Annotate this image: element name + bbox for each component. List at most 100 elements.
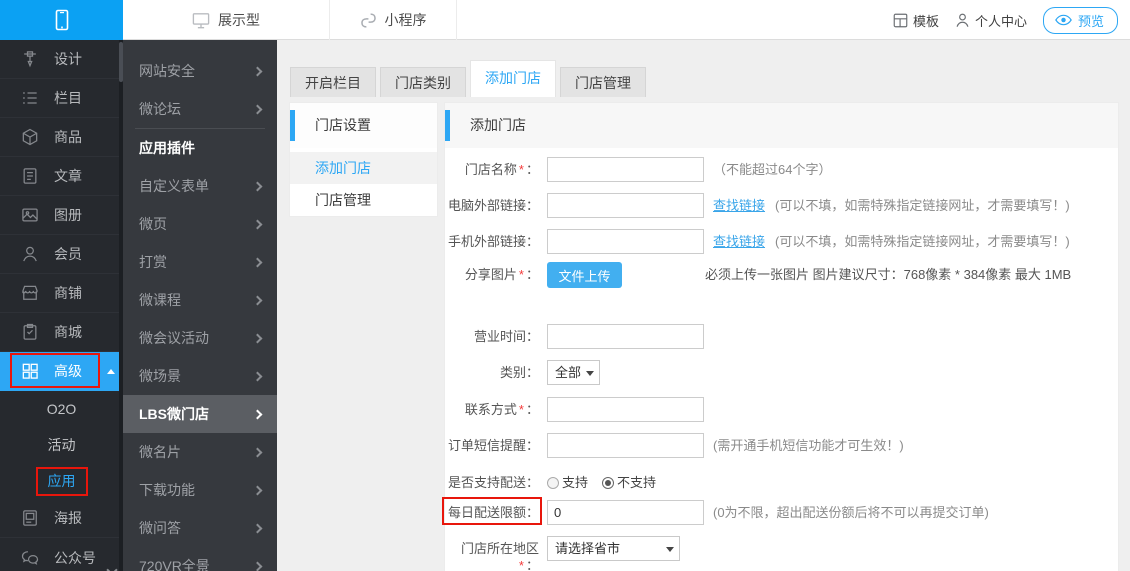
tab-label: 门店管理	[575, 75, 631, 91]
field-extra: 查找链接 (可以不填，如需特殊指定链接网址，才需要填写！)	[713, 229, 1070, 254]
submenu-item-label: 微场景	[139, 368, 181, 384]
radio-icon	[602, 476, 615, 489]
sidebar-item-label: 高级	[54, 363, 82, 379]
list-icon	[20, 88, 40, 108]
category-select[interactable]: 全部	[547, 360, 601, 385]
primary-sidebar: 设计 栏目 商品 文章 图册 会员 商铺 商城 高级 O2O 活动 应用 海报 …	[0, 40, 123, 571]
sidebar-subitem-apps[interactable]: 应用	[0, 463, 123, 499]
mobile-link-input[interactable]	[547, 229, 704, 254]
sidebar-item-goods[interactable]: 商品	[0, 118, 123, 157]
submenu-item-lbs-store[interactable]: LBS微门店	[123, 395, 277, 433]
sidebar-item-shops[interactable]: 商铺	[0, 274, 123, 313]
submenu-item-micro-scene[interactable]: 微场景	[123, 357, 277, 395]
topbar-tab-display[interactable]: 展示型	[123, 0, 330, 40]
sidebar-subitem-activity[interactable]: 活动	[0, 427, 123, 463]
pc-link-input[interactable]	[547, 193, 704, 218]
template-button-label: 模板	[912, 13, 939, 29]
contact-input[interactable]	[547, 397, 704, 422]
sidebar-item-label: 栏目	[54, 90, 82, 106]
accent-bar	[290, 110, 295, 141]
submenu-item-site-security[interactable]: 网站安全	[123, 52, 277, 90]
form-row-pc-link: 电脑外部链接： 查找链接 (可以不填，如需特殊指定链接网址，才需要填写！)	[445, 193, 1118, 219]
field-label: 门店名称 *：	[464, 162, 539, 177]
form-row-category: 类别： 全部	[445, 360, 1118, 386]
find-link-button[interactable]: 查找链接	[713, 198, 765, 213]
submenu-item-micro-page[interactable]: 微页	[123, 205, 277, 243]
shop-icon	[20, 283, 40, 303]
sidebar-item-label: 商城	[54, 324, 82, 340]
sidebar-item-members[interactable]: 会员	[0, 235, 123, 274]
sidebar-item-articles[interactable]: 文章	[0, 157, 123, 196]
daily-delivery-limit-input[interactable]	[547, 500, 704, 525]
preview-button[interactable]: 预览	[1042, 6, 1118, 34]
sidebar-item-poster[interactable]: 海报	[0, 499, 123, 538]
tab-open-columns[interactable]: 开启栏目	[290, 67, 376, 97]
chevron-right-icon	[252, 371, 263, 381]
submenu-item-vr720[interactable]: 720VR全景	[123, 547, 277, 571]
topbar-tab-mobile[interactable]	[0, 0, 123, 40]
chevron-right-icon	[252, 561, 263, 571]
form-title: 添加门店	[445, 103, 1118, 148]
topbar-tab-miniprogram[interactable]: 小程序	[330, 0, 457, 40]
panel-item-add-store[interactable]: 添加门店	[290, 152, 437, 184]
sms-remind-input[interactable]	[547, 433, 704, 458]
submenu-item-label: 微名片	[139, 444, 181, 460]
region-select[interactable]: 请选择省市	[547, 536, 680, 561]
grid-icon	[20, 361, 40, 381]
form-row-sms-remind: 订单短信提醒： (需开通手机短信功能才可生效！)	[445, 433, 1118, 459]
sidebar-item-official-account[interactable]: 公众号	[0, 538, 123, 571]
field-label: 电脑外部链接：	[447, 198, 539, 213]
submenu-item-micro-course[interactable]: 微课程	[123, 281, 277, 319]
profile-button[interactable]: 个人中心	[955, 11, 1027, 30]
sidebar-item-gallery[interactable]: 图册	[0, 196, 123, 235]
sidebar-item-label: 设计	[54, 51, 82, 67]
submenu-item-forum[interactable]: 微论坛	[123, 90, 277, 128]
submenu-item-micro-meeting[interactable]: 微会议活动	[123, 319, 277, 357]
sidebar-item-label: 商品	[54, 129, 82, 145]
sidebar-item-mall[interactable]: 商城	[0, 313, 123, 352]
tab-label: 添加门店	[485, 70, 541, 86]
radio-icon	[547, 476, 559, 489]
caret-down-icon	[586, 371, 595, 376]
submenu-section-label: 应用插件	[139, 140, 195, 156]
panel-item-store-management[interactable]: 门店管理	[290, 184, 437, 216]
tab-store-management[interactable]: 门店管理	[560, 67, 646, 97]
template-button[interactable]: 模板	[893, 11, 939, 30]
main-content: 开启栏目 门店类别 添加门店 门店管理 门店设置 添加门店 门店管理 添加门店 …	[277, 40, 1130, 571]
sidebar-item-design[interactable]: 设计	[0, 40, 123, 79]
sidebar-subitem-o2o[interactable]: O2O	[0, 391, 123, 427]
submenu-item-download[interactable]: 下载功能	[123, 471, 277, 509]
tab-add-store[interactable]: 添加门店	[470, 60, 556, 97]
sidebar-item-label: 海报	[54, 510, 82, 526]
field-hint: (可以不填，如需特殊指定链接网址，才需要填写！)	[775, 198, 1070, 213]
form-title-label: 添加门店	[470, 117, 526, 133]
album-icon	[20, 205, 40, 225]
submenu-item-label: 微论坛	[139, 101, 181, 117]
tab-store-category[interactable]: 门店类别	[380, 67, 466, 97]
radio-no-support[interactable]: 不支持	[602, 470, 656, 495]
sidebar-subitem-label: O2O	[46, 401, 77, 417]
sidebar-item-label: 会员	[54, 246, 82, 262]
field-hint: (可以不填，如需特殊指定链接网址，才需要填写！)	[775, 234, 1070, 249]
chevron-right-icon	[252, 485, 263, 495]
sidebar-item-columns[interactable]: 栏目	[0, 79, 123, 118]
submenu-item-custom-form[interactable]: 自定义表单	[123, 167, 277, 205]
radio-support[interactable]: 支持	[547, 470, 588, 495]
submenu-item-label: 自定义表单	[139, 178, 209, 194]
file-upload-button[interactable]: 文件上传	[547, 262, 622, 288]
chevron-right-icon	[252, 104, 263, 114]
sidebar-subitem-label: 应用	[47, 473, 76, 489]
submenu-item-qa[interactable]: 微问答	[123, 509, 277, 547]
sidebar-item-advanced[interactable]: 高级	[0, 352, 123, 391]
field-label: 类别：	[499, 365, 539, 380]
business-hours-input[interactable]	[547, 324, 704, 349]
miniprogram-icon	[360, 12, 377, 29]
store-name-input[interactable]	[547, 157, 704, 182]
submenu-item-reward[interactable]: 打赏	[123, 243, 277, 281]
chevron-right-icon	[252, 257, 263, 267]
field-hint: (需开通手机短信功能才可生效！)	[713, 438, 904, 453]
add-store-form: 添加门店 门店名称 *： （不能超过64个字） 电脑外部链接： 查找链接 (可以不填…	[445, 103, 1118, 571]
submenu-item-micro-card[interactable]: 微名片	[123, 433, 277, 471]
find-link-button[interactable]: 查找链接	[713, 234, 765, 249]
submenu-section-plugins: 应用插件	[123, 129, 277, 167]
